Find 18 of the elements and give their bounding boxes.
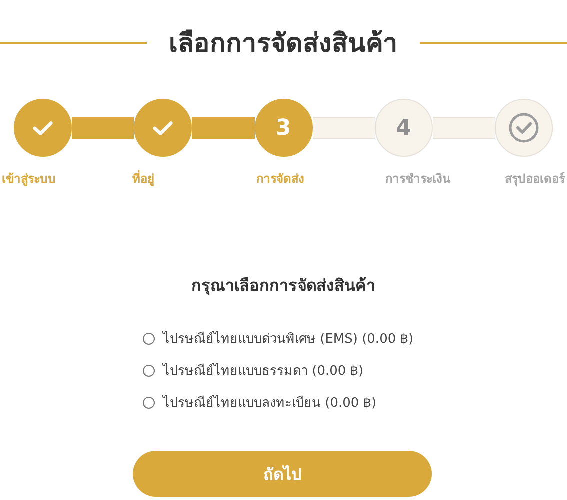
step-label: สรุปออเดอร์ [505,171,565,188]
shipping-option-label[interactable]: ไปรษณีย์ไทยแบบลงทะเบียน (0.00 ฿) [163,392,377,413]
step-number: 4 [396,116,412,140]
radio-button[interactable] [143,364,155,376]
radio-button[interactable] [143,332,155,344]
radio-button[interactable] [143,396,155,408]
shipping-option-label[interactable]: ไปรษณีย์ไทยแบบธรรมดา (0.00 ฿) [163,360,364,381]
check-icon [33,120,53,136]
page-title: เลือกการจัดส่งสินค้า [169,28,398,61]
check-circle-icon [509,113,539,143]
shipping-option-label[interactable]: ไปรษณีย์ไทยแบบด่วนพิเศษ (EMS) (0.00 ฿) [163,328,414,349]
step-label: เข้าสู่ระบบ [2,171,56,188]
check-icon [153,120,174,136]
step-label: ที่อยู่ [131,169,156,188]
shipping-prompt: กรุณาเลือกการจัดส่งสินค้า [190,275,376,298]
step-label: การจัดส่ง [256,171,306,188]
step-number: 3 [276,116,292,140]
step-label: การชำระเงิน [384,171,452,188]
